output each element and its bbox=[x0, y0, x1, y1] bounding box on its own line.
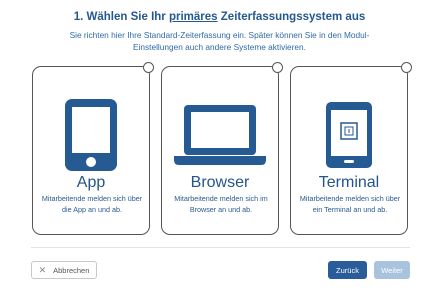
heading-highlight: primäres bbox=[168, 11, 218, 23]
page-heading: 1. Wählen Sie Ihr primäres Zeiterfassung… bbox=[0, 11, 439, 23]
radio-button-terminal[interactable] bbox=[401, 62, 412, 73]
option-card-app[interactable]: App Mitarbeitende melden sich über die A… bbox=[32, 62, 154, 235]
option-title-app: App bbox=[76, 174, 106, 191]
cancel-button[interactable]: ✕ Abbrechen bbox=[31, 261, 97, 279]
option-description-app: Mitarbeitende melden sich über die App a… bbox=[41, 194, 143, 214]
cancel-button-label: Abbrechen bbox=[53, 265, 90, 275]
option-title-browser: Browser bbox=[190, 174, 250, 191]
option-card-browser[interactable]: Browser Mitarbeitende melden sich im Bro… bbox=[161, 62, 283, 235]
smartphone-icon bbox=[33, 97, 149, 172]
terminal-tablet-icon bbox=[291, 97, 407, 172]
back-button[interactable]: Zurück bbox=[328, 261, 367, 279]
radio-button-browser[interactable] bbox=[272, 62, 283, 73]
footer-divider bbox=[31, 247, 410, 248]
option-description-terminal: Mitarbeitende melden sich über ein Termi… bbox=[299, 194, 401, 214]
close-icon: ✕ bbox=[38, 264, 47, 275]
radio-button-app[interactable] bbox=[143, 62, 154, 73]
heading-prefix: 1. Wählen Sie Ihr bbox=[73, 11, 166, 23]
next-button[interactable]: Weiter bbox=[374, 261, 410, 279]
option-title-terminal: Terminal bbox=[318, 174, 380, 191]
page-subtext: Sie richten hier Ihre Standard-Zeiterfas… bbox=[69, 30, 370, 52]
option-card-terminal[interactable]: Terminal Mitarbeitende melden sich über … bbox=[290, 62, 412, 235]
heading-suffix: Zeiterfassungssystem aus bbox=[220, 11, 366, 23]
laptop-icon bbox=[162, 97, 278, 172]
option-description-browser: Mitarbeitende melden sich im Browser an … bbox=[174, 194, 268, 214]
